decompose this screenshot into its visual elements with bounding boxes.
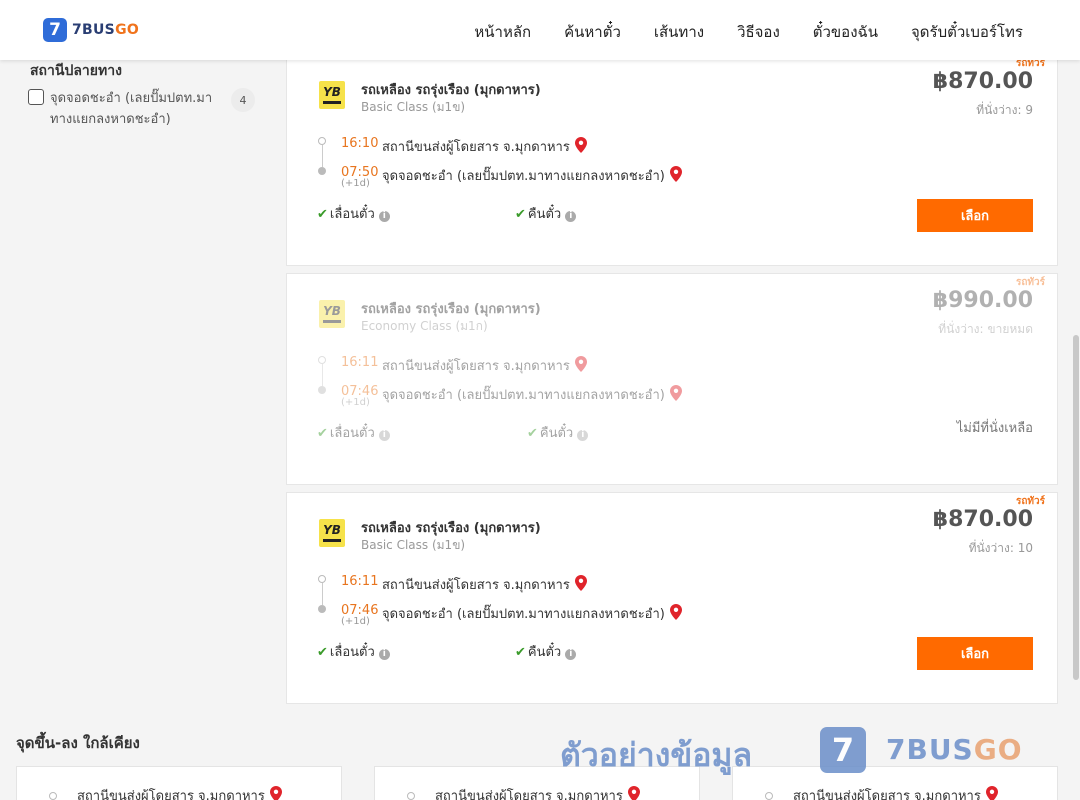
check-icon: ✔ bbox=[515, 645, 526, 660]
nearby-stop-name: สถานีขนส่งผู้โดยสาร จ.มุกดาหาร bbox=[793, 785, 998, 800]
select-trip-button[interactable]: เลือก bbox=[917, 637, 1033, 670]
watermark-logo-icon: 7 bbox=[820, 727, 866, 773]
departure-dot-icon bbox=[318, 137, 326, 145]
departure-dot-icon bbox=[318, 356, 326, 364]
route-line bbox=[321, 583, 323, 605]
next-day-indicator: (+1d) bbox=[341, 178, 370, 189]
departure-time: 16:10 bbox=[341, 136, 379, 151]
main-nav: หน้าหลัก ค้นหาตั๋ว เส้นทาง วิธีจอง ตั๋วข… bbox=[441, 20, 1023, 44]
nearby-stop-name: สถานีขนส่งผู้โดยสาร จ.มุกดาหาร bbox=[435, 785, 640, 800]
stop-dot-icon bbox=[407, 792, 415, 800]
site-header: 7 7BUSGO หน้าหลัก ค้นหาตั๋ว เส้นทาง วิธี… bbox=[0, 0, 1080, 60]
arrival-station: จุดจอดชะอำ (เลยปั๊มปตท.มาทางแยกลงหาดชะอำ… bbox=[382, 165, 682, 186]
departure-time: 16:11 bbox=[341, 574, 379, 589]
map-pin-icon[interactable] bbox=[574, 575, 587, 591]
ticket-price: ฿990.00 bbox=[932, 288, 1033, 313]
map-pin-icon[interactable] bbox=[669, 166, 682, 182]
ticket-price: ฿870.00 bbox=[932, 507, 1033, 532]
arrival-dot-icon bbox=[318, 386, 326, 394]
info-icon[interactable]: i bbox=[378, 430, 390, 441]
site-logo[interactable]: 7 7BUSGO bbox=[43, 18, 139, 42]
operator-name: รถเหลือง รถรุ่งเรือง (มุกดาหาร) bbox=[361, 83, 541, 98]
info-icon[interactable]: i bbox=[378, 211, 390, 222]
arrival-station: จุดจอดชะอำ (เลยปั๊มปตท.มาทางแยกลงหาดชะอำ… bbox=[382, 603, 682, 624]
nearby-stops-title: จุดขึ้น-ลง ใกล้เคียง bbox=[16, 734, 140, 752]
map-pin-icon[interactable] bbox=[985, 786, 998, 800]
stop-dot-icon bbox=[49, 792, 57, 800]
operator-logo-icon: YB bbox=[319, 300, 345, 328]
seats-available: ที่นั่งว่าง: 10 bbox=[968, 541, 1033, 555]
next-day-indicator: (+1d) bbox=[341, 397, 370, 408]
check-icon: ✔ bbox=[317, 207, 328, 222]
nav-my-tickets[interactable]: ตั๋วของฉัน bbox=[813, 20, 878, 44]
operator-name: รถเหลือง รถรุ่งเรือง (มุกดาหาร) bbox=[361, 302, 541, 317]
check-icon: ✔ bbox=[527, 426, 538, 441]
next-day-indicator: (+1d) bbox=[341, 616, 370, 627]
watermark-brand: 7BUSGO bbox=[886, 733, 1023, 766]
logo-text: 7BUSGO bbox=[72, 22, 140, 38]
nearby-stop-card[interactable]: สถานีขนส่งผู้โดยสาร จ.มุกดาหาร bbox=[16, 766, 342, 800]
arrival-dot-icon bbox=[318, 167, 326, 175]
select-trip-button[interactable]: เลือก bbox=[917, 199, 1033, 232]
check-icon: ✔ bbox=[515, 207, 526, 222]
bus-class: Economy Class (ม1ก) bbox=[361, 319, 488, 333]
destination-filter-title: สถานีปลายทาง bbox=[30, 63, 122, 79]
departure-station: สถานีขนส่งผู้โดยสาร จ.มุกดาหาร bbox=[382, 136, 587, 157]
departure-station: สถานีขนส่งผู้โดยสาร จ.มุกดาหาร bbox=[382, 355, 587, 376]
nav-pickup-points[interactable]: จุดรับตั๋วเบอร์โทร bbox=[911, 20, 1023, 44]
departure-time: 16:11 bbox=[341, 355, 379, 370]
feature-refund: ✔ คืนตั๋ว i bbox=[515, 641, 577, 662]
trip-card: รถทัวร์ YB รถเหลือง รถรุ่งเรือง (มุกดาหา… bbox=[286, 492, 1058, 704]
check-icon: ✔ bbox=[317, 426, 328, 441]
route-line bbox=[321, 364, 323, 386]
map-pin-icon[interactable] bbox=[574, 356, 587, 372]
feature-reschedule: ✔ เลื่อนตั๋ว i bbox=[317, 422, 390, 443]
destination-filter-label: จุดจอดชะอำ (เลยปั๊มปตท.มาทางแยกลงหาดชะอำ… bbox=[50, 91, 213, 127]
arrival-station: จุดจอดชะอำ (เลยปั๊มปตท.มาทางแยกลงหาดชะอำ… bbox=[382, 384, 682, 405]
seats-available: ที่นั่งว่าง: ขายหมด bbox=[938, 322, 1033, 336]
trip-card: รถทัวร์ YB รถเหลือง รถรุ่งเรือง (มุกดาหา… bbox=[286, 273, 1058, 485]
page-scrollbar[interactable] bbox=[1073, 335, 1079, 680]
ticket-price: ฿870.00 bbox=[932, 69, 1033, 94]
departure-dot-icon bbox=[318, 575, 326, 583]
bus-class: Basic Class (ม1ข) bbox=[361, 538, 466, 552]
nav-routes[interactable]: เส้นทาง bbox=[654, 20, 704, 44]
map-pin-icon[interactable] bbox=[269, 786, 282, 800]
nav-how-to-book[interactable]: วิธีจอง bbox=[737, 20, 780, 44]
operator-logo-icon: YB bbox=[319, 81, 345, 109]
map-pin-icon[interactable] bbox=[669, 385, 682, 401]
logo-badge-icon: 7 bbox=[43, 18, 67, 42]
map-pin-icon[interactable] bbox=[574, 137, 587, 153]
info-icon[interactable]: i bbox=[378, 649, 390, 660]
watermark-text: ตัวอย่างข้อมูล bbox=[560, 736, 753, 774]
operator-logo-icon: YB bbox=[319, 519, 345, 547]
feature-reschedule: ✔ เลื่อนตั๋ว i bbox=[317, 641, 390, 662]
nav-home[interactable]: หน้าหลัก bbox=[474, 20, 531, 44]
map-pin-icon[interactable] bbox=[669, 604, 682, 620]
feature-refund: ✔ คืนตั๋ว i bbox=[515, 203, 577, 224]
destination-checkbox[interactable] bbox=[28, 89, 44, 105]
departure-station: สถานีขนส่งผู้โดยสาร จ.มุกดาหาร bbox=[382, 574, 587, 595]
bus-class: Basic Class (ม1ข) bbox=[361, 100, 466, 114]
nearby-stop-card[interactable]: สถานีขนส่งผู้โดยสาร จ.มุกดาหาร bbox=[732, 766, 1058, 800]
feature-refund: ✔ คืนตั๋ว i bbox=[527, 422, 589, 443]
no-seats-text: ไม่มีที่นั่งเหลือ bbox=[956, 421, 1033, 436]
arrival-dot-icon bbox=[318, 605, 326, 613]
feature-reschedule: ✔ เลื่อนตั๋ว i bbox=[317, 203, 390, 224]
info-icon[interactable]: i bbox=[565, 649, 577, 660]
info-icon[interactable]: i bbox=[577, 430, 589, 441]
nearby-stop-name: สถานีขนส่งผู้โดยสาร จ.มุกดาหาร bbox=[77, 785, 282, 800]
destination-filter-count: 4 bbox=[231, 88, 255, 112]
nav-search-ticket[interactable]: ค้นหาตั๋ว bbox=[564, 20, 621, 44]
operator-name: รถเหลือง รถรุ่งเรือง (มุกดาหาร) bbox=[361, 521, 541, 536]
trip-card: รถทัวร์ YB รถเหลือง รถรุ่งเรือง (มุกดาหา… bbox=[286, 54, 1058, 266]
route-line bbox=[321, 145, 323, 167]
check-icon: ✔ bbox=[317, 645, 328, 660]
map-pin-icon[interactable] bbox=[627, 786, 640, 800]
info-icon[interactable]: i bbox=[565, 211, 577, 222]
stop-dot-icon bbox=[765, 792, 773, 800]
seats-available: ที่นั่งว่าง: 9 bbox=[976, 103, 1033, 117]
